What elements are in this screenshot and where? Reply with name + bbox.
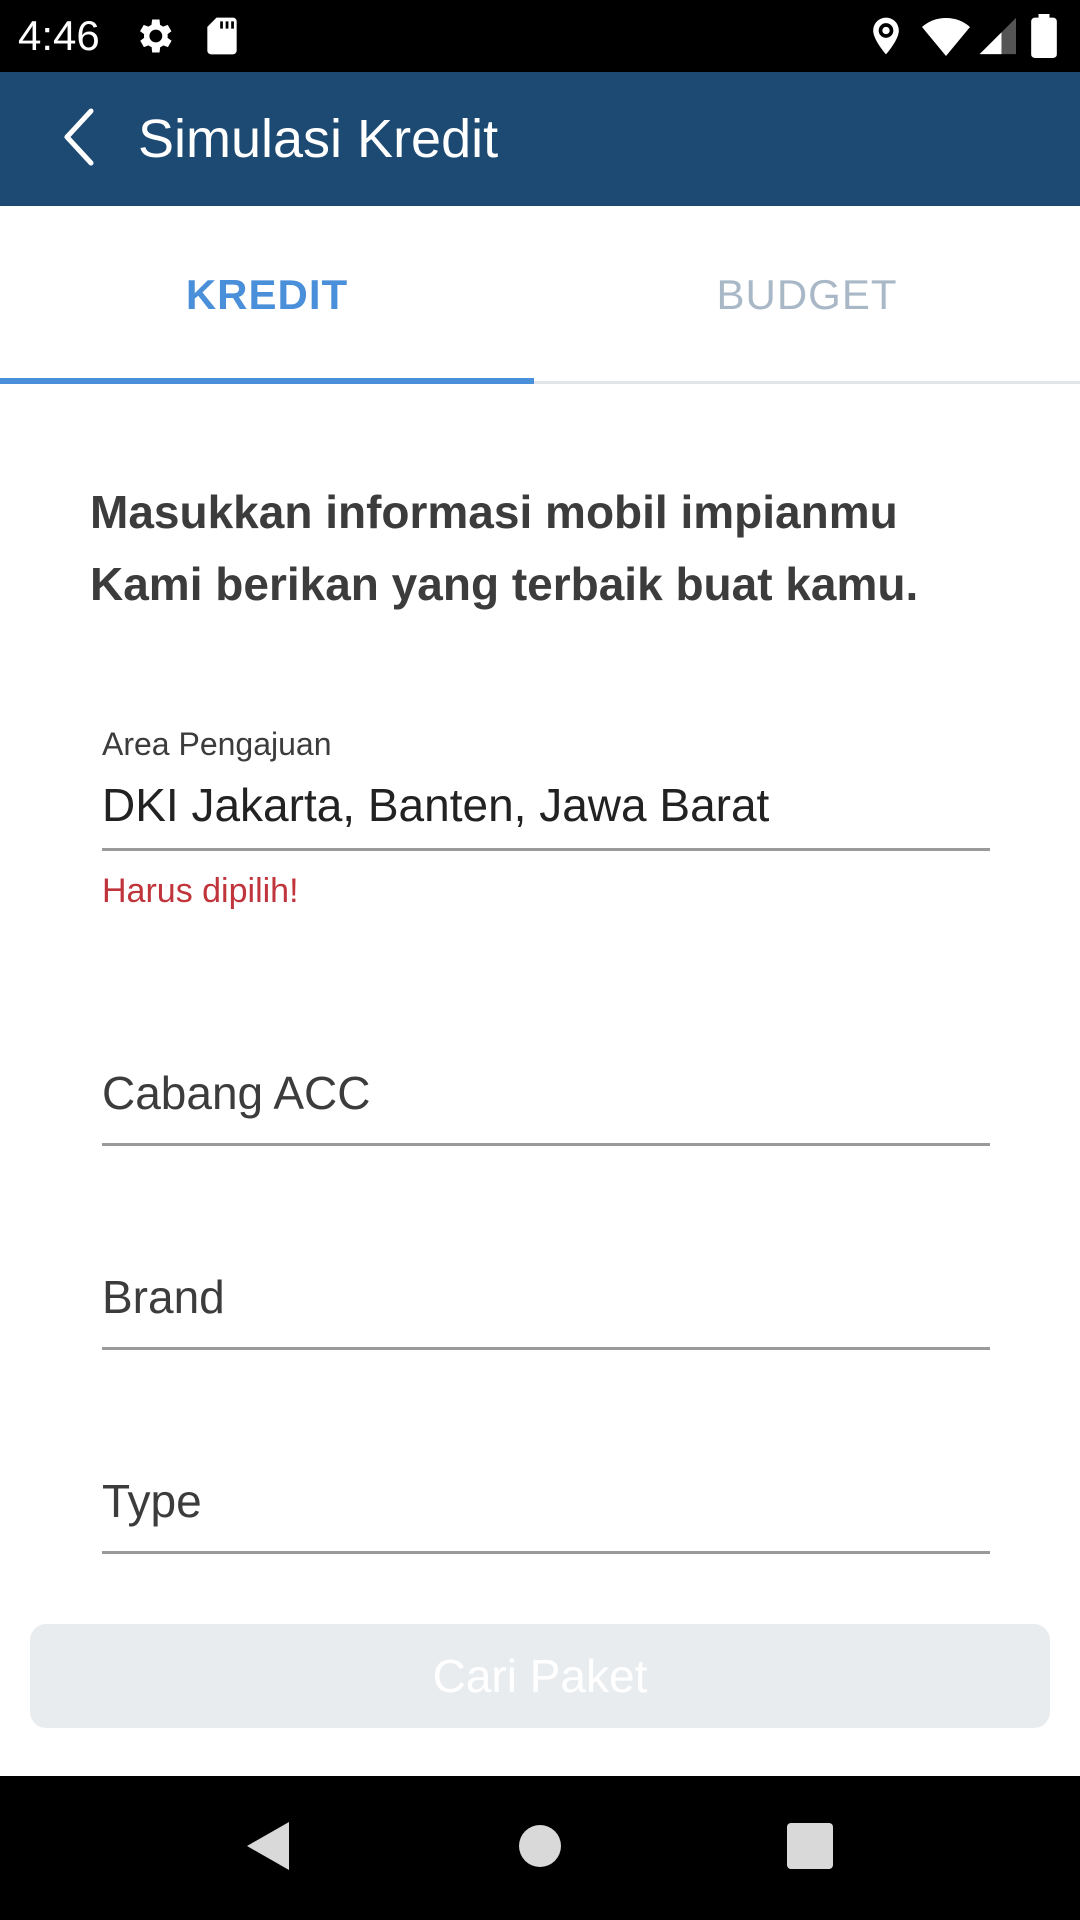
field-underline — [102, 1347, 990, 1350]
sd-card-icon — [200, 14, 244, 58]
location-icon — [864, 14, 908, 58]
cabang-acc-field[interactable]: Cabang ACC — [102, 1060, 990, 1148]
recents-square-icon — [787, 1822, 833, 1874]
app-bar: Simulasi Kredit — [0, 72, 1080, 206]
cabang-acc-placeholder: Cabang ACC — [102, 1067, 371, 1119]
status-bar: 4:46 — [0, 0, 1080, 72]
area-pengajuan-value: DKI Jakarta, Banten, Jawa Barat — [102, 779, 770, 831]
brand-placeholder: Brand — [102, 1271, 225, 1323]
system-nav-bar — [0, 1776, 1080, 1920]
cari-paket-button[interactable]: Cari Paket — [30, 1624, 1050, 1728]
battery-icon — [1030, 14, 1064, 59]
tab-divider — [534, 381, 1080, 384]
tab-kredit[interactable]: KREDIT — [0, 206, 534, 384]
field-underline — [102, 1143, 990, 1146]
nav-home-button[interactable] — [500, 1808, 580, 1888]
back-button[interactable] — [40, 100, 118, 178]
type-field[interactable]: Type — [102, 1468, 990, 1556]
gear-icon — [132, 14, 176, 58]
status-time: 4:46 — [18, 12, 100, 59]
field-underline — [102, 848, 990, 851]
tab-bar: KREDIT BUDGET — [0, 206, 1080, 384]
field-underline — [102, 1551, 990, 1554]
brand-field[interactable]: Brand — [102, 1264, 990, 1352]
tab-budget[interactable]: BUDGET — [534, 206, 1080, 384]
intro-text: Masukkan informasi mobil impianmu Kami b… — [90, 476, 990, 620]
chevron-left-icon — [59, 107, 99, 172]
signal-icon — [976, 14, 1020, 58]
intro-line-1: Masukkan informasi mobil impianmu — [90, 486, 898, 538]
page-title: Simulasi Kredit — [138, 109, 499, 169]
area-pengajuan-field[interactable]: Area Pengajuan DKI Jakarta, Banten, Jawa… — [102, 726, 990, 852]
wifi-icon — [922, 14, 970, 58]
intro-line-2: Kami berikan yang terbaik buat kamu. — [90, 558, 919, 610]
area-pengajuan-label: Area Pengajuan — [102, 726, 332, 762]
home-circle-icon — [518, 1824, 562, 1873]
back-triangle-icon — [243, 1820, 293, 1877]
area-error-text: Harus dipilih! — [102, 872, 299, 910]
nav-back-button[interactable] — [228, 1808, 308, 1888]
nav-recents-button[interactable] — [770, 1808, 850, 1888]
type-placeholder: Type — [102, 1475, 202, 1527]
tab-indicator — [0, 378, 534, 384]
